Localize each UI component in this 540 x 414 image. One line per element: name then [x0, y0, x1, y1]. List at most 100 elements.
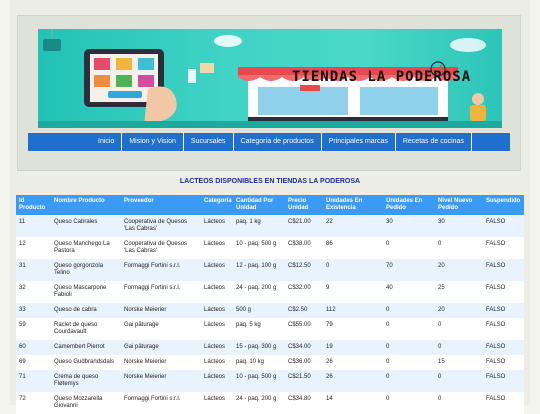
- table-cell: C$38.00: [285, 237, 323, 259]
- table-cell: Queso de cabra: [51, 303, 121, 318]
- table-cell: Formaggi Fortini s.r.l.: [121, 259, 201, 281]
- table-cell: C$32.00: [285, 281, 323, 303]
- table-cell: Camembert Pierrot: [51, 340, 121, 355]
- table-cell: FALSO: [483, 392, 524, 414]
- table-row: 11 Queso Cabrales Cooperativa de Quesos 'L…: [16, 215, 524, 237]
- table-cell: Lácteos: [201, 237, 233, 259]
- nav-item-mision-vision[interactable]: Mision y Vision: [121, 133, 183, 151]
- table-cell: C$34.00: [285, 340, 323, 355]
- table-cell: FALSO: [483, 318, 524, 340]
- table-cell: 12: [16, 237, 51, 259]
- table-cell: C$21.50: [285, 370, 323, 392]
- table-row: 69 Queso Gudbrandsdals Norske Meierier Láct…: [16, 355, 524, 370]
- table-cell: Queso gorgonzola Telino: [51, 259, 121, 281]
- table-cell: 0: [383, 340, 435, 355]
- table-body: 11 Queso Cabrales Cooperativa de Quesos 'L…: [16, 215, 524, 414]
- table-cell: 60: [16, 340, 51, 355]
- nav-item-recetas-cocinas[interactable]: Recetas de cocinas: [394, 133, 472, 151]
- delivery-person-icon: [470, 93, 486, 121]
- table-cell: Gai pâturage: [121, 340, 201, 355]
- table-row: 12 Queso Manchego La Pastora Cooperativa d…: [16, 237, 524, 259]
- table-cell: 20: [435, 303, 483, 318]
- table-cell: 59: [16, 318, 51, 340]
- table-cell: 69: [16, 355, 51, 370]
- table-cell: Formaggi Fortini s.r.l.: [121, 392, 201, 414]
- table-cell: Norske Meierier: [121, 303, 201, 318]
- table-cell: 32: [16, 281, 51, 303]
- table-cell: Lácteos: [201, 215, 233, 237]
- table-cell: 24 - paq. 200 g: [233, 281, 285, 303]
- table-cell: 9: [323, 281, 383, 303]
- table-cell: 70: [383, 259, 435, 281]
- table-cell: Lácteos: [201, 392, 233, 414]
- table-cell: Lácteos: [201, 340, 233, 355]
- table-cell: 0: [383, 355, 435, 370]
- cloud-shape: [450, 38, 486, 52]
- table-cell: 30: [435, 215, 483, 237]
- table-cell: Lácteos: [201, 259, 233, 281]
- page-title: LACTEOS DISPONIBLES EN TIENDAS LA PODERO…: [179, 178, 361, 185]
- table-cell: C$2.50: [285, 303, 323, 318]
- table-cell: 86: [323, 237, 383, 259]
- table-cell: 15 - paq. 300 g: [233, 340, 285, 355]
- ground-strip: [38, 121, 502, 128]
- nav-item-sucursales[interactable]: Sucursales: [182, 133, 233, 151]
- box-shape: [200, 63, 214, 73]
- table-cell: 0: [383, 318, 435, 340]
- table-cell: Raclet de queso Courdavault: [51, 318, 121, 340]
- nav-item-categoria-productos[interactable]: Categoría de productos: [232, 133, 321, 151]
- column-header: Cantidad Por Unidad: [233, 195, 285, 215]
- table-cell: Formaggi Fortini s.r.l.: [121, 281, 201, 303]
- table-row: 32 Queso Mascarpone Fabioli Formaggi Forti…: [16, 281, 524, 303]
- column-header: Suspendido: [483, 195, 524, 215]
- table-cell: 0: [435, 370, 483, 392]
- column-header: Proveedor: [121, 195, 201, 215]
- nav-item-principales-marcas[interactable]: Principales marcas: [320, 133, 395, 151]
- table-cell: 31: [16, 259, 51, 281]
- table-cell: Lácteos: [201, 303, 233, 318]
- table-cell: 0: [435, 318, 483, 340]
- table-cell: FALSO: [483, 237, 524, 259]
- table-cell: paq. 1 kg: [233, 215, 285, 237]
- table-cell: Crema de queso Fløtemys: [51, 370, 121, 392]
- table-row: 31 Queso gorgonzola Telino Formaggi Fortin…: [16, 259, 524, 281]
- table-cell: FALSO: [483, 281, 524, 303]
- table-cell: FALSO: [483, 303, 524, 318]
- column-header: Unidades En Existencia: [323, 195, 383, 215]
- hand-shape: [144, 86, 177, 125]
- table-cell: 0: [383, 392, 435, 414]
- table-header-row: Id Producto Nombre Producto Proveedor Ca…: [16, 195, 524, 215]
- table-cell: FALSO: [483, 355, 524, 370]
- cloud-shape: [214, 35, 242, 47]
- table-cell: 11: [16, 215, 51, 237]
- table-cell: 0: [435, 237, 483, 259]
- table-cell: 24 - paq. 200 g: [233, 392, 285, 414]
- table-cell: Norske Meierier: [121, 370, 201, 392]
- table-cell: 500 g: [233, 303, 285, 318]
- nav-item-inicio[interactable]: Inicio: [90, 133, 121, 151]
- table-cell: Cooperativa de Quesos 'Las Cabras': [121, 237, 201, 259]
- table-row: 72 Queso Mozzarella Giovanni Formaggi Fort…: [16, 392, 524, 414]
- table-cell: 0: [383, 237, 435, 259]
- table-cell: 15: [435, 355, 483, 370]
- box-shape: [188, 69, 196, 83]
- table-cell: 0: [383, 303, 435, 318]
- table-cell: 20: [435, 259, 483, 281]
- table-cell: C$21.00: [285, 215, 323, 237]
- table-cell: 14: [323, 392, 383, 414]
- table-cell: 10 - paq. 500 g: [233, 370, 285, 392]
- table-cell: Lácteos: [201, 281, 233, 303]
- table-cell: 33: [16, 303, 51, 318]
- table-cell: 22: [323, 215, 383, 237]
- table-cell: paq. 5 kg: [233, 318, 285, 340]
- table-cell: C$12.50: [285, 259, 323, 281]
- basket-icon: [43, 29, 61, 51]
- column-header: Categoría: [201, 195, 233, 215]
- store-banner: TIENDAS LA PODEROSA: [38, 29, 502, 128]
- table-cell: paq. 10 kg: [233, 355, 285, 370]
- table-cell: 71: [16, 370, 51, 392]
- main-nav: Inicio Mision y Vision Sucursales Catego…: [28, 133, 510, 151]
- table-cell: Queso Mozzarella Giovanni: [51, 392, 121, 414]
- column-header: Nivel Nuevo Pedido: [435, 195, 483, 215]
- table-cell: 30: [383, 215, 435, 237]
